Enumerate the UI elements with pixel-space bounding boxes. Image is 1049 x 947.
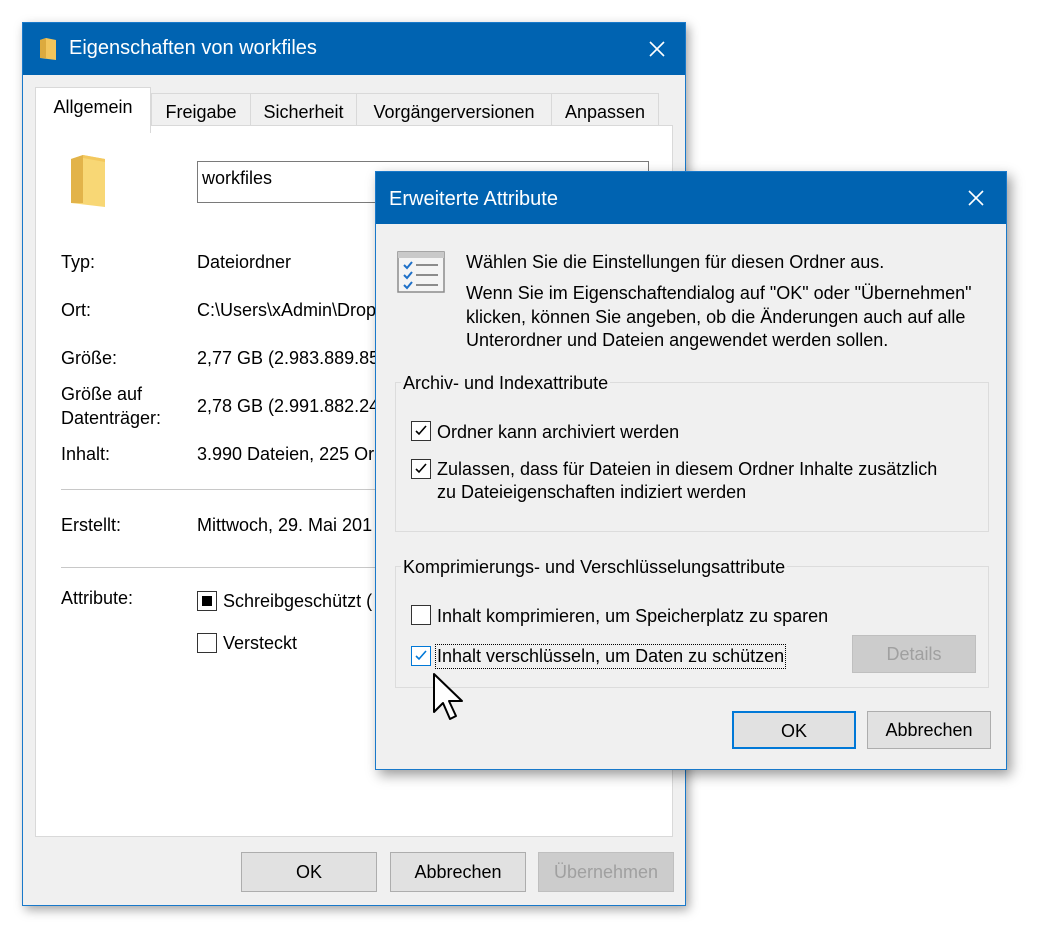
archive-checkbox-label[interactable]: Ordner kann archiviert werden bbox=[437, 422, 679, 443]
size-label: Größe: bbox=[61, 348, 118, 368]
hidden-checkbox[interactable] bbox=[197, 633, 217, 653]
contents-label: Inhalt: bbox=[61, 444, 111, 464]
checkmark-icon bbox=[415, 425, 427, 436]
location-label: Ort: bbox=[61, 300, 91, 320]
ok-button[interactable]: OK bbox=[241, 852, 377, 892]
cancel-button[interactable]: Abbrechen bbox=[867, 711, 991, 749]
close-icon bbox=[968, 190, 984, 206]
advanced-title: Erweiterte Attribute bbox=[389, 188, 558, 210]
compress-checkbox-label[interactable]: Inhalt komprimieren, um Speicherplatz zu… bbox=[437, 606, 828, 627]
size-value: 2,77 GB (2.983.889.85 bbox=[197, 348, 380, 368]
details-button[interactable]: Details bbox=[852, 635, 976, 673]
contents-value: 3.990 Dateien, 225 Or bbox=[197, 444, 375, 464]
folder-icon bbox=[40, 38, 56, 60]
advanced-titlebar[interactable]: Erweiterte Attribute bbox=[376, 172, 1006, 224]
checkmark-icon bbox=[415, 463, 427, 474]
encrypt-checkbox-label[interactable]: Inhalt verschlüsseln, um Daten zu schütz… bbox=[434, 644, 787, 669]
disk-size-label-line1: Größe auf bbox=[61, 384, 143, 404]
apply-button[interactable]: Übernehmen bbox=[538, 852, 674, 892]
intro-text-3: klicken, können Sie angeben, ob die Ände… bbox=[466, 307, 966, 327]
tab-allgemein[interactable]: Allgemein bbox=[35, 87, 151, 133]
close-button[interactable] bbox=[958, 182, 994, 214]
mouse-cursor-icon bbox=[433, 673, 463, 720]
disk-size-label-line2: Datenträger: bbox=[61, 408, 162, 428]
compress-group-label: Komprimierungs- und Verschlüsselungsattr… bbox=[401, 557, 788, 578]
advanced-attributes-dialog: Erweiterte Attribute Wählen Sie die Eins… bbox=[375, 171, 1007, 770]
folder-large-icon bbox=[71, 155, 105, 207]
created-label: Erstellt: bbox=[61, 515, 122, 535]
archive-group-label: Archiv- und Indexattribute bbox=[401, 373, 611, 394]
checklist-icon bbox=[397, 251, 445, 293]
close-button[interactable] bbox=[639, 33, 675, 65]
index-checkbox-label-line1[interactable]: Zulassen, dass für Dateien in diesem Ord… bbox=[437, 459, 937, 480]
close-icon bbox=[649, 41, 665, 57]
disk-size-value: 2,78 GB (2.991.882.24 bbox=[197, 396, 380, 416]
intro-text-4: Unterordner und Dateien angewendet werde… bbox=[466, 330, 889, 350]
checkmark-icon bbox=[415, 650, 427, 661]
archive-index-group bbox=[395, 382, 989, 532]
ok-button[interactable]: OK bbox=[732, 711, 856, 749]
intro-text-2: Wenn Sie im Eigenschaftendialog auf "OK"… bbox=[466, 283, 972, 303]
type-label: Typ: bbox=[61, 252, 96, 272]
properties-title: Eigenschaften von workfiles bbox=[69, 37, 317, 59]
compress-checkbox[interactable] bbox=[411, 605, 431, 625]
divider bbox=[61, 489, 381, 490]
attributes-label: Attribute: bbox=[61, 588, 134, 608]
readonly-label[interactable]: Schreibgeschützt ( bbox=[223, 591, 372, 612]
cancel-button[interactable]: Abbrechen bbox=[390, 852, 526, 892]
readonly-checkbox[interactable] bbox=[197, 591, 217, 611]
location-value: C:\Users\xAdmin\Drop bbox=[197, 300, 377, 320]
divider bbox=[61, 567, 381, 568]
properties-titlebar[interactable]: Eigenschaften von workfiles bbox=[23, 23, 685, 75]
folder-name-value: workfiles bbox=[202, 168, 273, 188]
index-checkbox-label-line2[interactable]: zu Dateieigenschaften indiziert werden bbox=[437, 482, 746, 503]
created-value: Mittwoch, 29. Mai 201 bbox=[197, 515, 373, 535]
intro-text-1: Wählen Sie die Einstellungen für diesen … bbox=[466, 252, 885, 272]
hidden-label[interactable]: Versteckt bbox=[223, 633, 297, 654]
encrypt-checkbox[interactable] bbox=[411, 646, 431, 666]
archive-checkbox[interactable] bbox=[411, 421, 431, 441]
type-value: Dateiordner bbox=[197, 252, 292, 272]
index-checkbox[interactable] bbox=[411, 459, 431, 479]
